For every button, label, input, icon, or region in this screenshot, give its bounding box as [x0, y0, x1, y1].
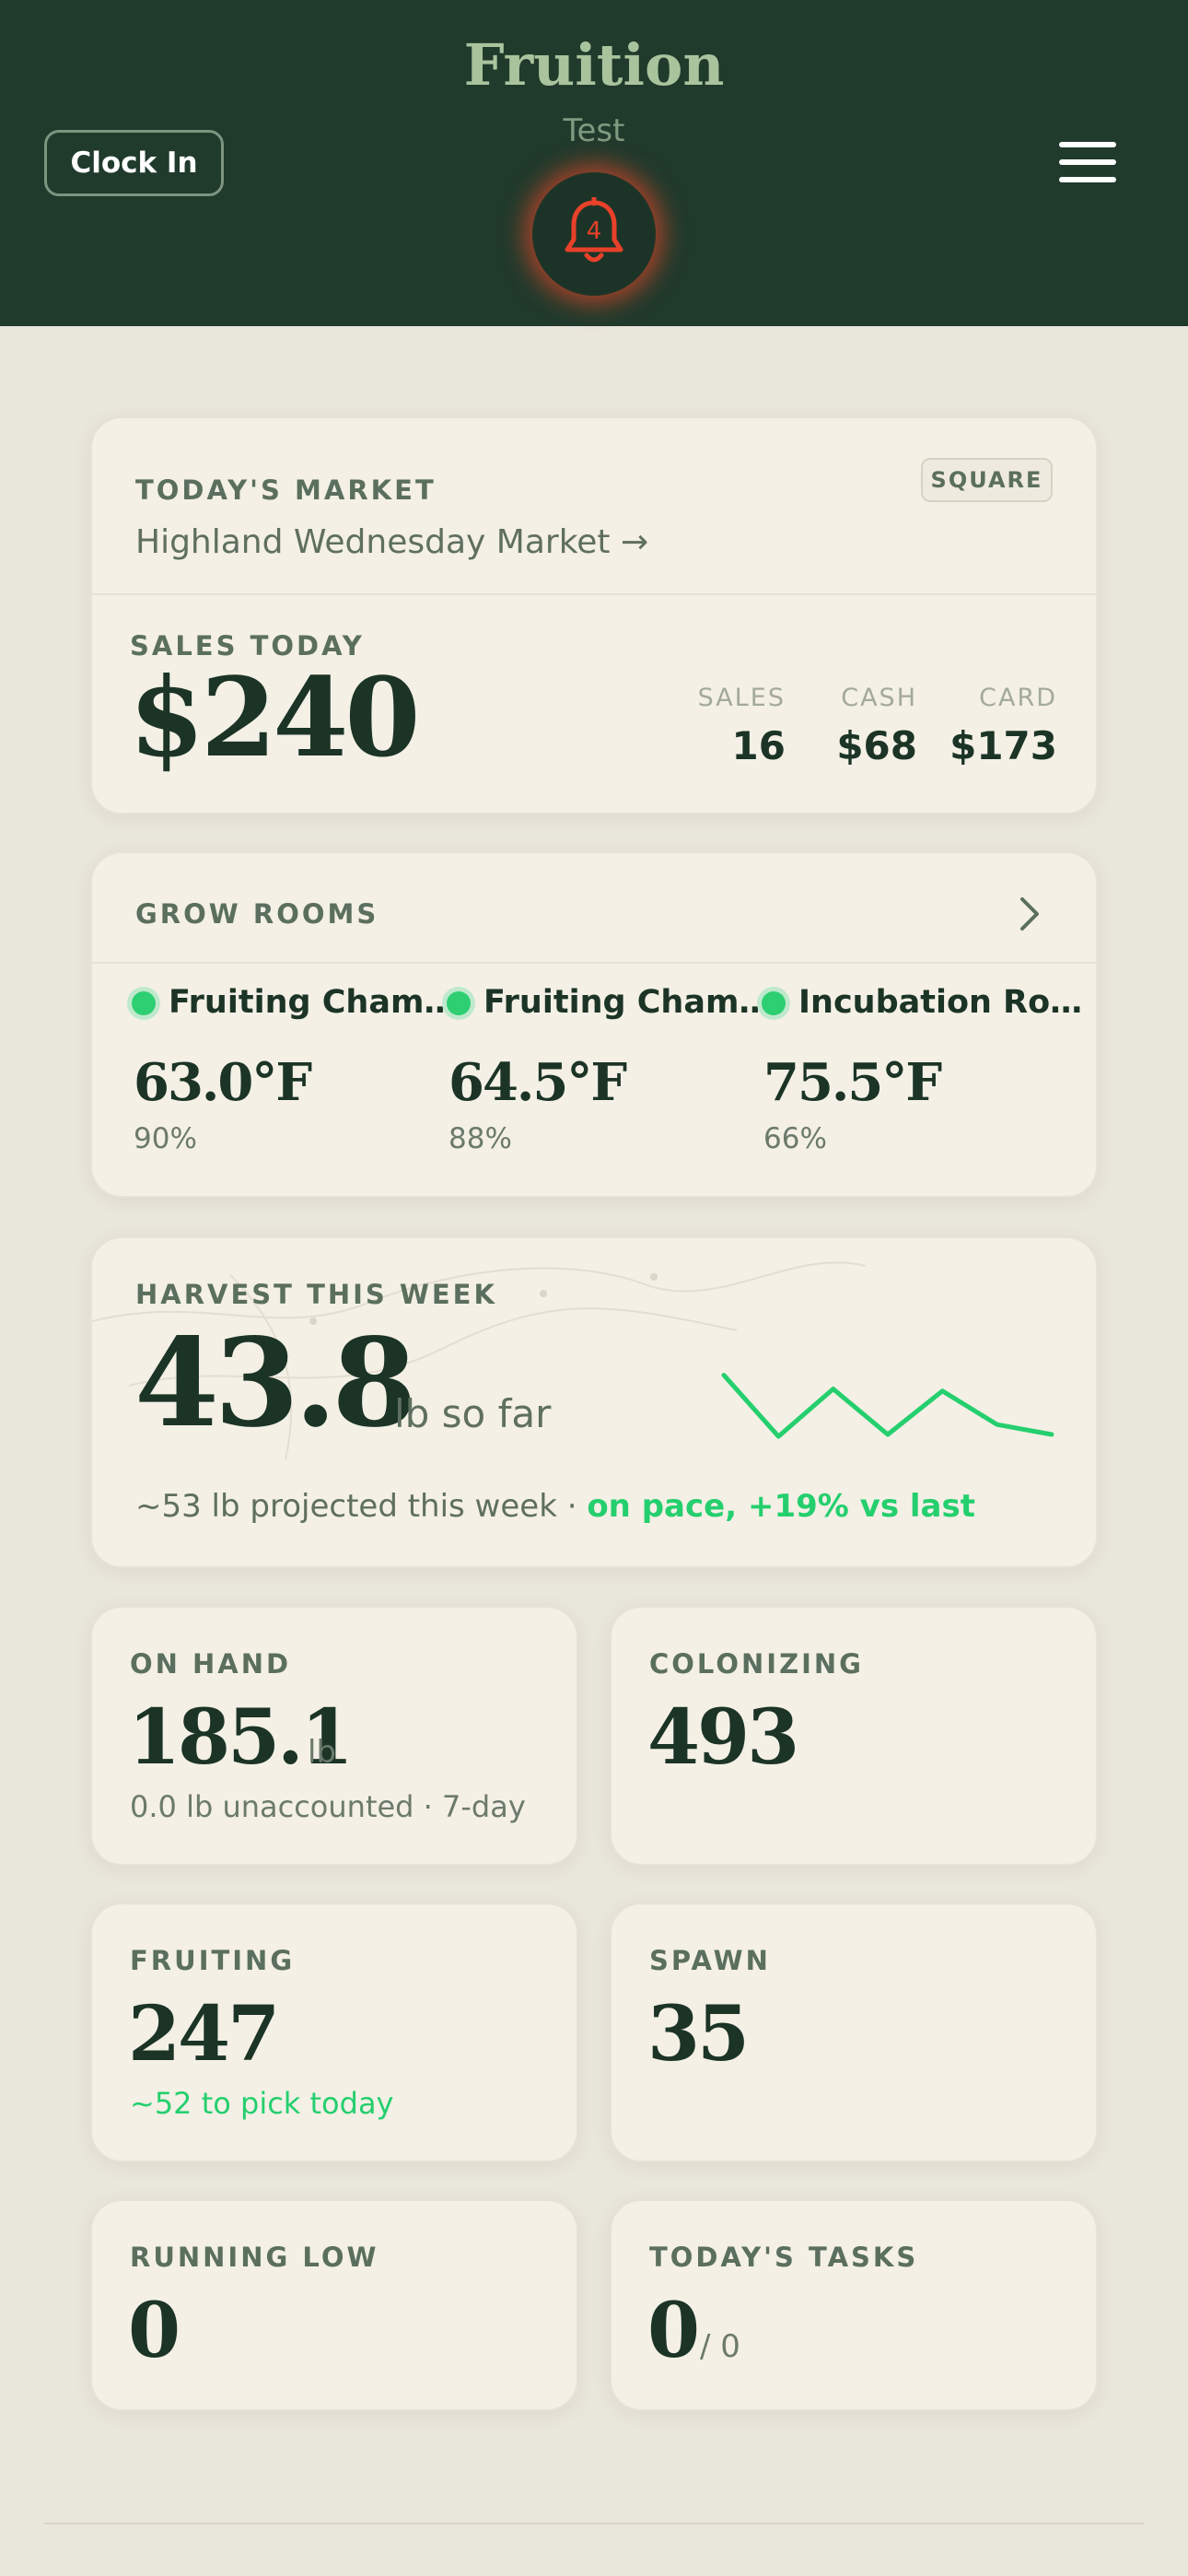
chevron-right-icon[interactable] [1017, 896, 1042, 932]
room-temp: 75.5°F [763, 1052, 942, 1113]
room-temp: 64.5°F [448, 1052, 627, 1113]
room-humidity: 90% [134, 1122, 197, 1155]
stat-sales: SALES 16 [698, 684, 786, 768]
hamburger-icon-bar [1059, 142, 1116, 147]
room-name: Incubation Ro… [798, 984, 1083, 1021]
menu-button[interactable] [1059, 138, 1116, 186]
notification-count: 4 [587, 217, 602, 245]
hamburger-icon-bar [1059, 177, 1116, 182]
todays-tasks-value: 0 [647, 2287, 700, 2375]
running-low-value: 0 [128, 2287, 181, 2375]
brand-title: Fruition [463, 31, 725, 99]
square-badge: SQUARE [921, 458, 1053, 502]
market-link[interactable]: Highland Wednesday Market → [135, 523, 648, 561]
footer-divider [44, 2523, 1144, 2524]
on-hand-sub: 0.0 lb unaccounted · 7-day [130, 1789, 526, 1824]
harvest-sparkline [721, 1373, 1054, 1439]
sales-total: $240 [129, 653, 420, 781]
stat-cash: CASH $68 [836, 684, 917, 768]
room-temp: 63.0°F [134, 1052, 312, 1113]
room-humidity: 66% [763, 1122, 827, 1155]
grow-rooms-label: GROW ROOMS [135, 898, 379, 930]
stat-value: $173 [949, 723, 1057, 768]
card-divider [92, 593, 1096, 595]
harvest-label: HARVEST THIS WEEK [135, 1279, 497, 1310]
bell-icon: 4 [565, 197, 623, 263]
harvest-unit: lb so far [394, 1391, 552, 1436]
stat-label: SALES [697, 684, 786, 712]
room-name: Fruiting Cham… [483, 984, 772, 1021]
market-label: TODAY'S MARKET [135, 474, 437, 506]
colonizing-value: 493 [647, 1693, 799, 1782]
pace-text: on pace, +19% vs last [587, 1488, 975, 1525]
notifications-button[interactable]: 4 [532, 172, 656, 296]
fruiting-value: 247 [128, 1990, 280, 2078]
stat-value: $68 [836, 723, 917, 768]
projection-text: ~53 lb projected this week · [135, 1488, 588, 1525]
colonizing-label: COLONIZING [649, 1648, 864, 1680]
room-humidity: 88% [448, 1122, 512, 1155]
hamburger-icon-bar [1059, 159, 1116, 165]
card-divider [92, 962, 1096, 964]
harvest-value: 43.8 [134, 1312, 416, 1455]
harvest-projection: ~53 lb projected this week · on pace, +1… [135, 1488, 975, 1525]
status-dot [132, 991, 156, 1015]
stat-label: CASH [841, 684, 917, 712]
status-dot [762, 991, 786, 1015]
fruiting-label: FRUITING [130, 1945, 296, 1976]
spawn-label: SPAWN [649, 1945, 771, 1976]
sparkline-path [721, 1373, 1054, 1439]
stat-card: CARD $173 [949, 684, 1057, 768]
running-low-label: RUNNING LOW [130, 2242, 379, 2273]
app-header: Fruition Test Clock In 4 [0, 0, 1188, 326]
on-hand-unit: lb [308, 1734, 337, 1771]
spawn-value: 35 [647, 1990, 750, 2078]
stat-label: CARD [979, 684, 1057, 712]
todays-tasks-total: / 0 [700, 2328, 740, 2365]
status-dot [447, 991, 471, 1015]
room-name: Fruiting Cham… [169, 984, 457, 1021]
fruiting-sub: ~52 to pick today [130, 2086, 394, 2121]
todays-tasks-label: TODAY'S TASKS [649, 2242, 919, 2273]
on-hand-label: ON HAND [130, 1648, 292, 1680]
stat-value: 16 [731, 723, 786, 768]
clock-in-button[interactable]: Clock In [44, 130, 224, 196]
